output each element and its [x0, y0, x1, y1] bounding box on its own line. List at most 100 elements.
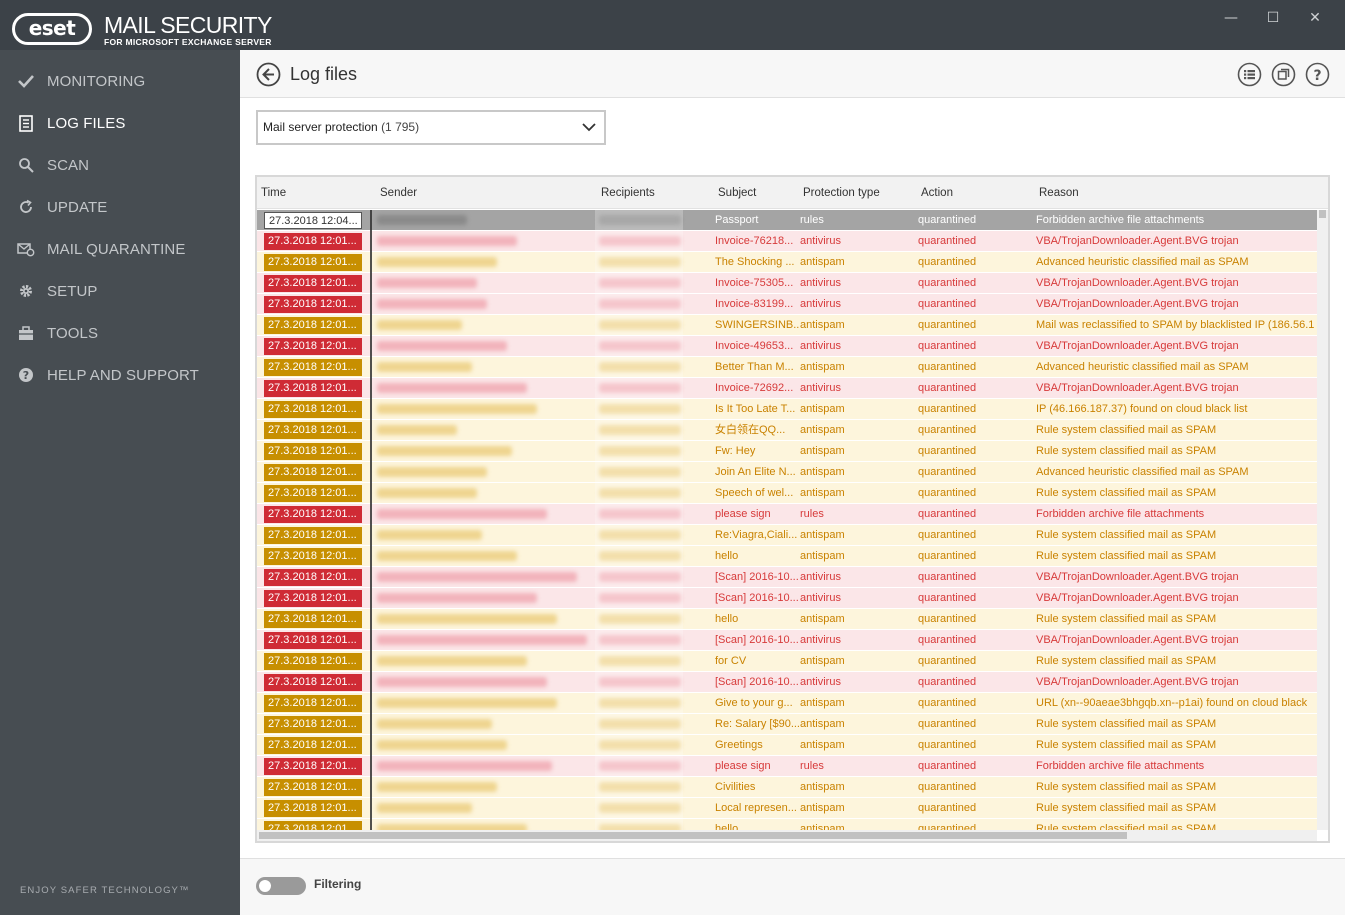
protection-type-cell: antivirus [800, 571, 841, 583]
sender-cell-redacted [377, 215, 467, 225]
table-row[interactable]: 27.3.2018 12:01... please sign rules quaran… [257, 756, 1317, 777]
column-header-subject[interactable]: Subject [718, 187, 756, 199]
sidebar-item-label: SCAN [47, 156, 90, 174]
close-button[interactable]: ✕ [1300, 6, 1330, 30]
sidebar-item-log-files[interactable]: LOG FILES [0, 103, 240, 143]
action-cell: quarantined [918, 529, 977, 541]
filtering-toggle[interactable] [256, 877, 306, 895]
subject-cell: hello [715, 550, 739, 562]
table-row[interactable]: 27.3.2018 12:01... 女白领在QQ... antispam quara… [257, 420, 1317, 441]
table-row[interactable]: 27.3.2018 12:04... Passport rules quarantin… [257, 210, 1317, 231]
sidebar-item-label: SETUP [47, 282, 98, 300]
column-header-reason[interactable]: Reason [1039, 187, 1079, 199]
subject-cell: Local represen... [715, 802, 797, 814]
action-cell: quarantined [918, 697, 977, 709]
table-row[interactable]: 27.3.2018 12:01... The Shocking ... antisp… [257, 252, 1317, 273]
page-title: Log files [290, 64, 358, 84]
logo-text: MAIL SECURITY FOR MICROSOFT EXCHANGE SER… [104, 13, 272, 47]
page-footer: Filtering [240, 858, 1345, 915]
table-row[interactable]: 27.3.2018 12:01... Is It Too Late T... ant… [257, 399, 1317, 420]
table-row[interactable]: 27.3.2018 12:01... Join An Elite N... anti… [257, 462, 1317, 483]
reason-cell: Rule system classified mail as SPAM [1036, 718, 1217, 730]
table-row[interactable]: 27.3.2018 12:01... Invoice-72692... antivi… [257, 378, 1317, 399]
action-cell: quarantined [918, 361, 977, 373]
list-view-button[interactable] [1237, 62, 1262, 87]
back-button[interactable] [256, 62, 281, 87]
vertical-scrollbar[interactable] [1317, 210, 1328, 830]
column-header-time[interactable]: Time [261, 187, 286, 199]
action-cell: quarantined [918, 382, 977, 394]
sidebar-item-scan[interactable]: SCAN [0, 145, 240, 185]
table-row[interactable]: 27.3.2018 12:01... Civilities antispam quar… [257, 777, 1317, 798]
action-cell: quarantined [918, 445, 977, 457]
sidebar-item-tools[interactable]: TOOLS [0, 313, 240, 353]
table-row[interactable]: 27.3.2018 12:01... Give to your g... antis… [257, 693, 1317, 714]
sender-cell-redacted [377, 425, 457, 435]
protection-type-cell: rules [800, 214, 824, 226]
table-row[interactable]: 27.3.2018 12:01... Invoice-83199... antivi… [257, 294, 1317, 315]
sidebar-item-help-and-support[interactable]: ? HELP AND SUPPORT [0, 355, 240, 395]
sidebar-item-update[interactable]: UPDATE [0, 187, 240, 227]
table-row[interactable]: 27.3.2018 12:01... hello antispam quarantin… [257, 819, 1317, 830]
app-title: MAIL SECURITY [104, 12, 272, 38]
table-row[interactable]: 27.3.2018 12:01... Local represen... antis… [257, 798, 1317, 819]
log-type-dropdown[interactable]: Mail server protection (1 795) [256, 110, 606, 145]
reason-cell: Advanced heuristic classified mail as SP… [1036, 361, 1249, 373]
table-row[interactable]: 27.3.2018 12:01... Fw: Hey antispam quarant… [257, 441, 1317, 462]
horizontal-scrollbar-thumb[interactable] [259, 832, 1127, 839]
table-row[interactable]: 27.3.2018 12:01... Re: Salary [$90... anti… [257, 714, 1317, 735]
column-header-recipients[interactable]: Recipients [601, 187, 655, 199]
column-header-action[interactable]: Action [921, 187, 953, 199]
table-row[interactable]: 27.3.2018 12:01... [Scan] 2016-10... antiv… [257, 588, 1317, 609]
table-row[interactable]: 27.3.2018 12:01... Speech of wel... antisp… [257, 483, 1317, 504]
vertical-scrollbar-thumb[interactable] [1319, 210, 1326, 218]
table-row[interactable]: 27.3.2018 12:01... Invoice-76218... antivi… [257, 231, 1317, 252]
table-row[interactable]: 27.3.2018 12:01... hello antispam quarantin… [257, 609, 1317, 630]
sender-cell-redacted [377, 551, 517, 561]
table-row[interactable]: 27.3.2018 12:01... SWINGERSINB... antispam… [257, 315, 1317, 336]
reason-cell: VBA/TrojanDownloader.Agent.BVG trojan [1036, 382, 1239, 394]
table-row[interactable]: 27.3.2018 12:01... for CV antispam quaranti… [257, 651, 1317, 672]
time-cell: 27.3.2018 12:01... [264, 380, 362, 397]
table-row[interactable]: 27.3.2018 12:01... [Scan] 2016-10... antiv… [257, 672, 1317, 693]
action-cell: quarantined [918, 634, 977, 646]
table-row[interactable]: 27.3.2018 12:01... please sign rules quaran… [257, 504, 1317, 525]
minimize-button[interactable]: — [1216, 6, 1246, 30]
table-row[interactable]: 27.3.2018 12:01... [Scan] 2016-10... antiv… [257, 567, 1317, 588]
sidebar-item-monitoring[interactable]: MONITORING [0, 61, 240, 101]
sender-cell-redacted [377, 509, 547, 519]
table-row[interactable]: 27.3.2018 12:01... Invoice-49653... antivi… [257, 336, 1317, 357]
sender-cell-redacted [377, 278, 477, 288]
sender-cell-redacted [377, 236, 517, 246]
reason-cell: Rule system classified mail as SPAM [1036, 487, 1217, 499]
protection-type-cell: antispam [800, 613, 845, 625]
time-cell: 27.3.2018 12:01... [264, 401, 362, 418]
reason-cell: Advanced heuristic classified mail as SP… [1036, 466, 1249, 478]
sidebar-item-mail-quarantine[interactable]: MAIL QUARANTINE [0, 229, 240, 269]
sender-cell-redacted [377, 719, 492, 729]
table-row[interactable]: 27.3.2018 12:01... Better Than M... antisp… [257, 357, 1317, 378]
table-row[interactable]: 27.3.2018 12:01... Re:Viagra,Ciali... anti… [257, 525, 1317, 546]
protection-type-cell: antispam [800, 781, 845, 793]
copy-window-button[interactable] [1271, 62, 1296, 87]
subject-cell: Is It Too Late T... [715, 403, 796, 415]
horizontal-scrollbar[interactable] [257, 830, 1317, 841]
reason-cell: Advanced heuristic classified mail as SP… [1036, 256, 1249, 268]
time-cell: 27.3.2018 12:01... [264, 737, 362, 754]
reason-cell: URL (xn--90aeae3bhgqb.xn--p1ai) found on… [1036, 697, 1308, 709]
sidebar-item-setup[interactable]: SETUP [0, 271, 240, 311]
maximize-button[interactable]: ☐ [1258, 6, 1288, 30]
page-header: Log files ? [240, 50, 1345, 98]
table-row[interactable]: 27.3.2018 12:01... Greetings antispam quara… [257, 735, 1317, 756]
column-header-protection-type[interactable]: Protection type [803, 187, 880, 199]
protection-type-cell: antispam [800, 550, 845, 562]
table-row[interactable]: 27.3.2018 12:01... [Scan] 2016-10... antiv… [257, 630, 1317, 651]
table-row[interactable]: 27.3.2018 12:01... hello antispam quarantin… [257, 546, 1317, 567]
time-cell: 27.3.2018 12:01... [264, 317, 362, 334]
reason-cell: VBA/TrojanDownloader.Agent.BVG trojan [1036, 571, 1239, 583]
help-button[interactable]: ? [1305, 62, 1330, 87]
table-row[interactable]: 27.3.2018 12:01... Invoice-75305... antivi… [257, 273, 1317, 294]
column-header-sender[interactable]: Sender [380, 187, 417, 199]
title-bar: eset MAIL SECURITY FOR MICROSOFT EXCHANG… [0, 0, 1345, 50]
svg-text:?: ? [23, 369, 29, 382]
